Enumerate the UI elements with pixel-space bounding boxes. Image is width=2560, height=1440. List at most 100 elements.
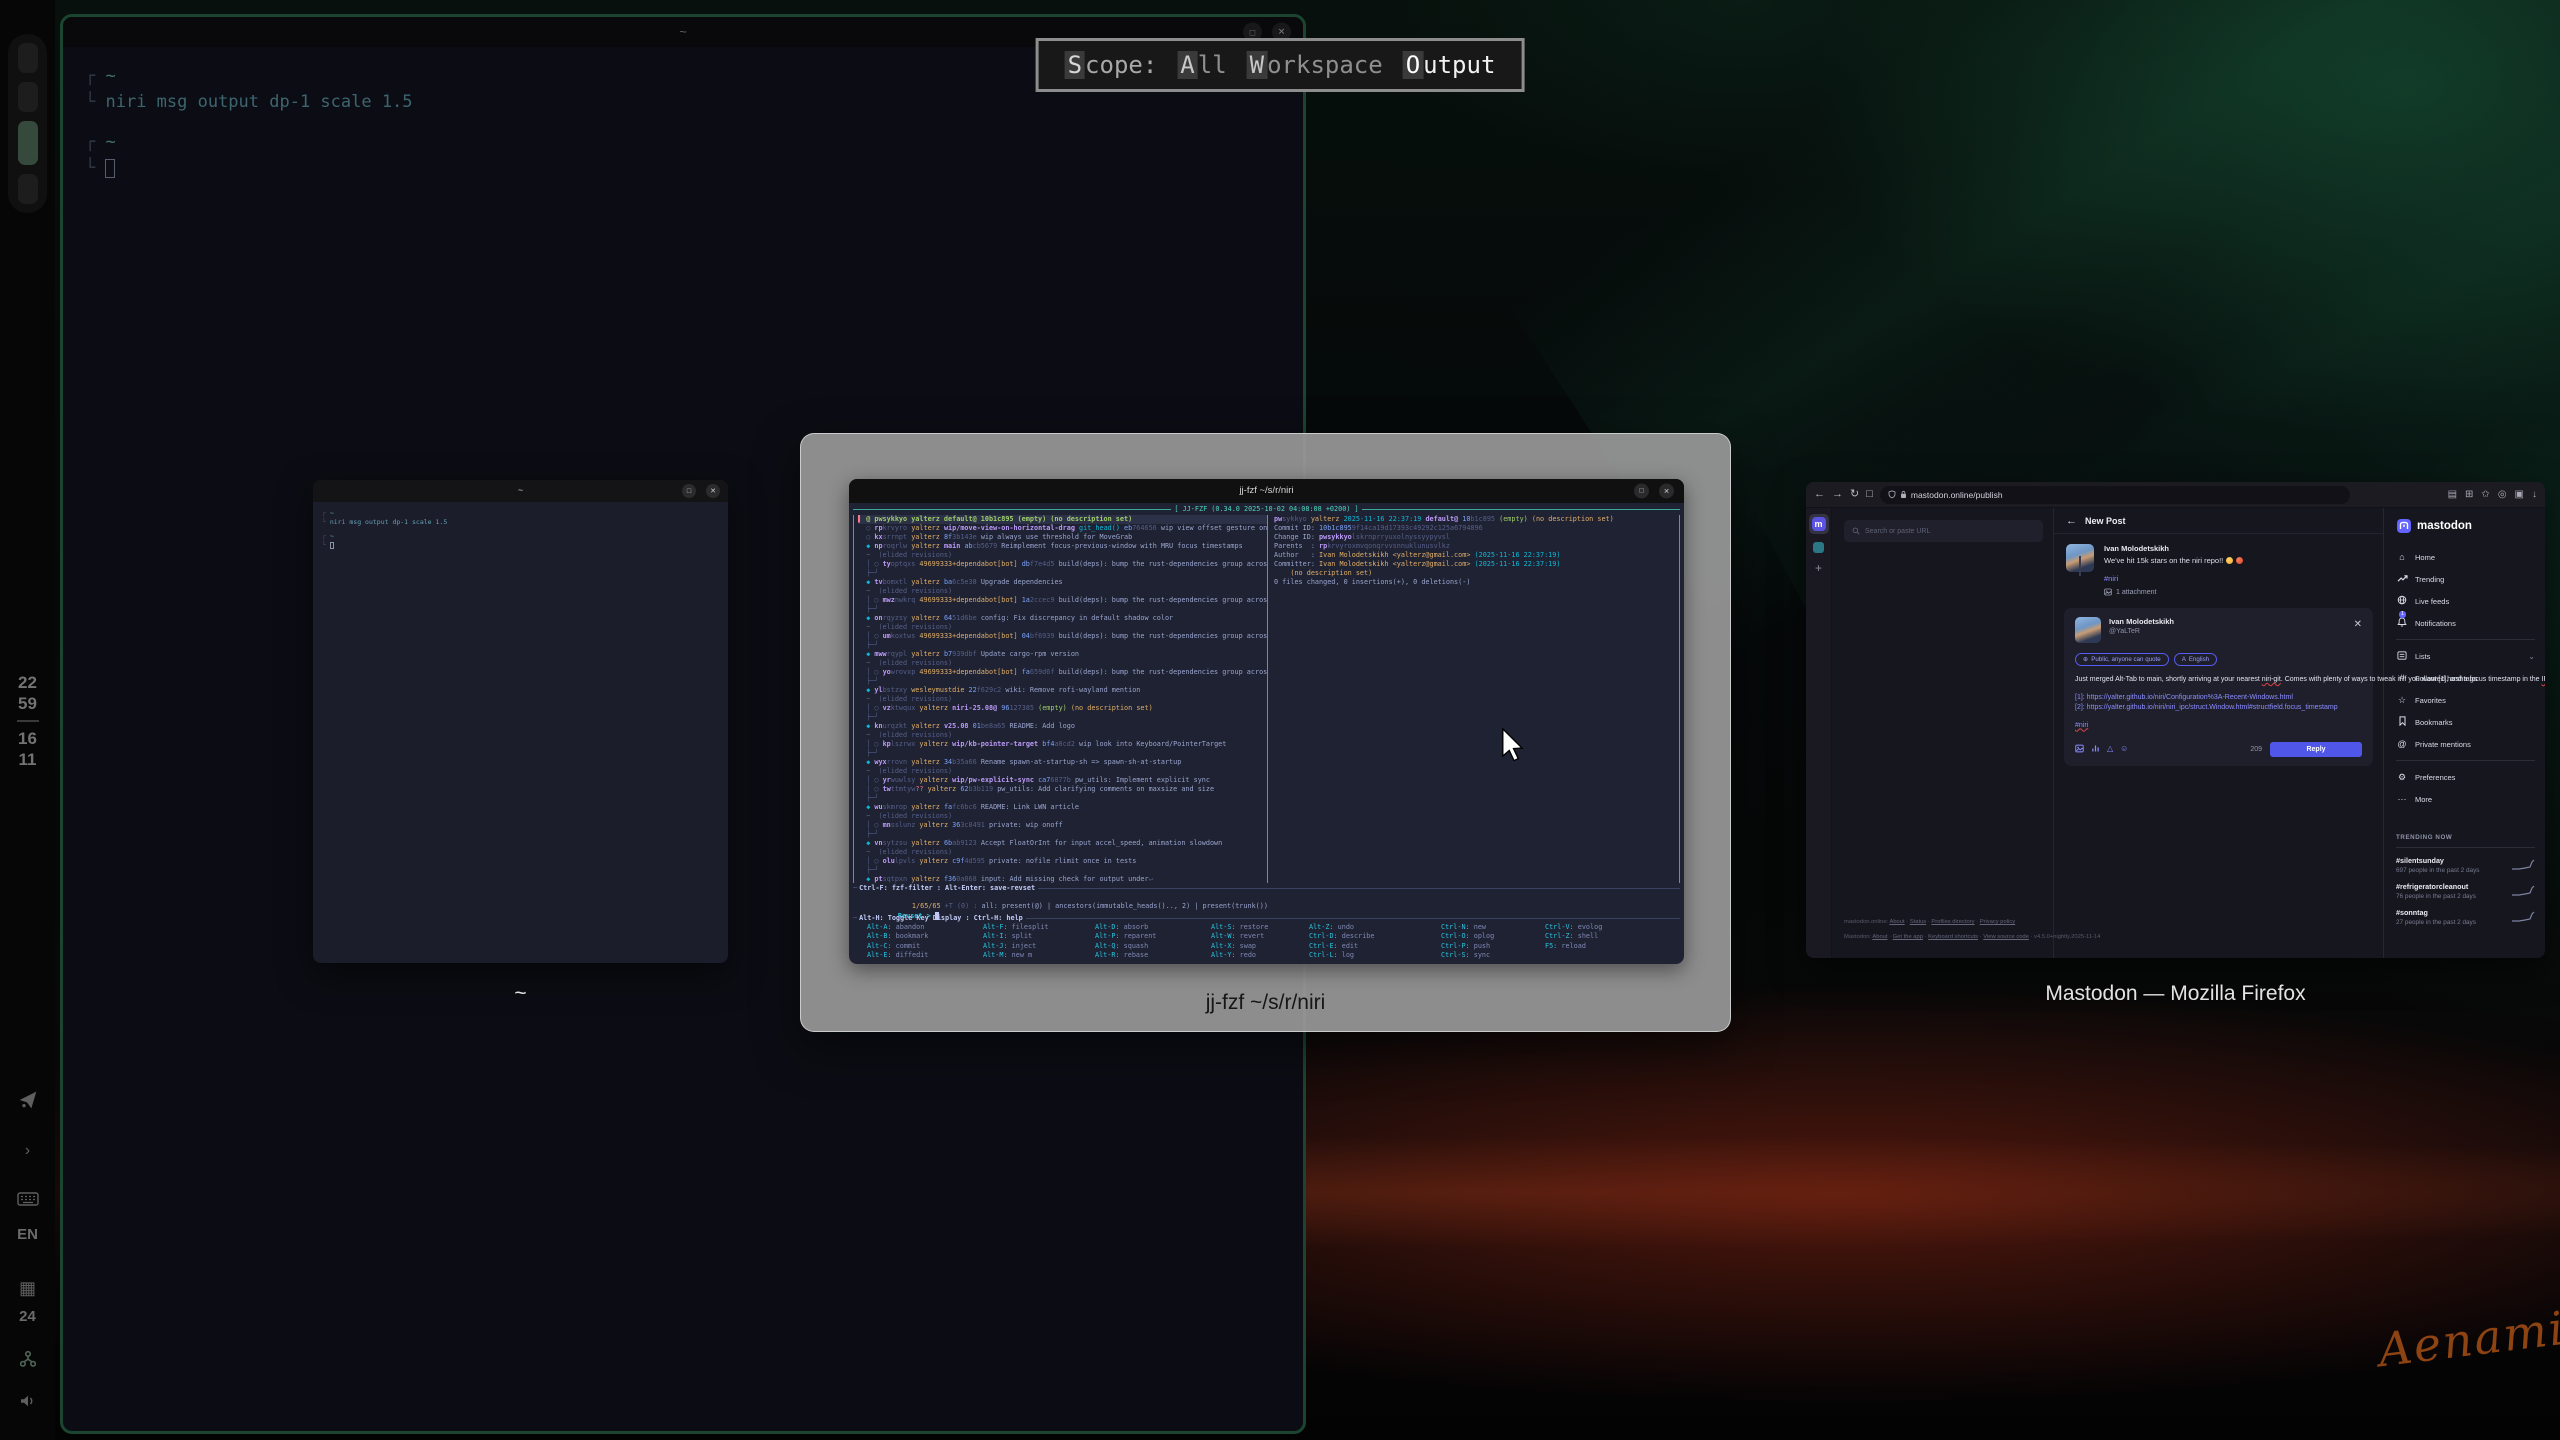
nav-item-preferences[interactable]: ⚙Preferences	[2396, 766, 2535, 788]
back-icon[interactable]: ←	[1814, 489, 1825, 500]
close-button[interactable]: ✕	[1659, 484, 1674, 499]
emoji-icon[interactable]: ☺	[2120, 745, 2128, 753]
telegram-icon[interactable]	[0, 1090, 55, 1115]
nav-item-lists[interactable]: Lists⌄	[2396, 645, 2535, 667]
jj-log-line[interactable]: ├─╯	[858, 641, 1267, 650]
switcher-selected-frame[interactable]: jj-fzf ~/s/r/niri □ ✕ [ JJ-FZF (0.34.0 2…	[800, 433, 1731, 1032]
switcher-window-firefox[interactable]: ← → ↻ □ mastodon.online/publish ▤ ⊞ ✩ ◎ …	[1806, 482, 2545, 958]
downloads-icon[interactable]: ↓	[2532, 490, 2537, 500]
jj-log-line[interactable]: │ ○ kplszrwx yalterz wip/kb-pointer-targ…	[858, 740, 1267, 749]
nav-item-trending[interactable]: Trending	[2396, 568, 2535, 590]
scope-option-w[interactable]: Workspace	[1247, 51, 1383, 79]
extensions-icon[interactable]: ⊞	[2465, 490, 2473, 500]
content-warning-icon[interactable]: △	[2107, 745, 2113, 753]
new-tab-button[interactable]: +	[1815, 561, 1822, 575]
tab-other[interactable]	[1813, 542, 1824, 553]
mastodon-logo-icon[interactable]	[2396, 518, 2412, 534]
back-arrow-icon[interactable]: ←	[2066, 515, 2077, 527]
maximize-button[interactable]: □	[1634, 484, 1649, 499]
nav-item-live-feeds[interactable]: Live feeds	[2396, 590, 2535, 612]
jj-log-list[interactable]: ▌ @ pwsykkyo yalterz default@ 10b1c895 (…	[853, 515, 1267, 883]
reload-icon[interactable]: ↻	[1850, 489, 1859, 500]
jj-log-line[interactable]: ◆ knurqzkt yalterz v25.08 01be8a65 READM…	[858, 722, 1267, 731]
jj-log-line[interactable]: │ ○ twttmtyw?? yalterz 62b3b119 pw_utils…	[858, 785, 1267, 794]
jj-log-line[interactable]: ├─╯	[858, 713, 1267, 722]
nav-item-bookmarks[interactable]: Bookmarks	[2396, 711, 2535, 733]
jj-log-line[interactable]: ○ kxsrrnpt yalterz 8f3b143e wip always u…	[858, 533, 1267, 542]
jj-log-line[interactable]: ◆ ylbstzxy wesleymustdie 22f629c2 wiki: …	[858, 686, 1267, 695]
jj-log-line[interactable]: ├─╯	[858, 749, 1267, 758]
jj-log-line[interactable]: │ ○ yowrovxp 49699333+dependabot[bot] fa…	[858, 668, 1267, 677]
jj-log-line[interactable]: ◆ ptsqtpxn yalterz f360a868 input: Add m…	[858, 875, 1267, 883]
jj-log-line[interactable]: ~ (elided revisions)	[858, 731, 1267, 740]
poll-icon[interactable]	[2091, 744, 2100, 755]
jj-log-line[interactable]: ◆ vnsytzsu yalterz 6bab9123 Accept Float…	[858, 839, 1267, 848]
jj-log-line[interactable]: ~ (elided revisions)	[858, 812, 1267, 821]
close-button[interactable]: ✕	[706, 484, 720, 498]
workspace-pill-1[interactable]	[18, 43, 38, 73]
search-input[interactable]: Search or paste URL	[1844, 520, 2043, 542]
trending-tag[interactable]: #silentsunday	[2396, 856, 2505, 865]
jj-log-line[interactable]: ├─╯	[858, 830, 1267, 839]
brand-wordmark[interactable]: mastodon	[2417, 520, 2472, 532]
nav-item-private-mentions[interactable]: @Private mentions	[2396, 733, 2535, 755]
tab-mastodon[interactable]: m	[1809, 514, 1829, 534]
volume-icon[interactable]	[0, 1394, 55, 1413]
trending-tag[interactable]: #refrigeratorcleanout	[2396, 882, 2505, 891]
nav-item-notifications[interactable]: 1Notifications	[2396, 612, 2535, 634]
jj-log-line[interactable]: │ ○ yrwuwlsy yalterz wip/pw-explicit-syn…	[858, 776, 1267, 785]
keyboard-icon[interactable]	[0, 1192, 55, 1211]
expand-chevron-icon[interactable]: ›	[0, 1142, 55, 1160]
jj-log-line[interactable]: ~ (elided revisions)	[858, 551, 1267, 560]
account-icon[interactable]: ◎	[2498, 490, 2507, 500]
mastodon-links[interactable]: Mastodon: About · Get the app · Keyboard…	[1844, 933, 2045, 942]
compose-textarea[interactable]: Just merged Alt-Tab to main, shortly arr…	[2075, 675, 2362, 686]
switcher-window-terminal[interactable]: ~ □ ✕ ┌ ~└ niri msg output dp-1 scale 1.…	[313, 480, 728, 963]
nav-item-followed-hashtags[interactable]: #Followed hashtags⌄	[2396, 667, 2535, 689]
jj-log-line[interactable]: ▌ @ pwsykkyo yalterz default@ 10b1c895 (…	[858, 515, 1267, 524]
sidebar-toggle-icon[interactable]: ▤	[2448, 490, 2457, 500]
bookmark-star-icon[interactable]: ✩	[2481, 490, 2489, 500]
trending-item[interactable]: #refrigeratorcleanout76 people in the pa…	[2396, 882, 2535, 900]
thread-post[interactable]: Ivan Molodetskikh We've hit 15k stars on…	[2054, 534, 2383, 602]
jj-log-line[interactable]: ~ (elided revisions)	[858, 623, 1267, 632]
reply-button[interactable]: Reply	[2270, 742, 2362, 757]
jj-log-line[interactable]: ◆ onrqyzsy yalterz 6451d6be config: Fix …	[858, 614, 1267, 623]
url-bar[interactable]: mastodon.online/publish	[1880, 486, 2350, 504]
jj-log-line[interactable]: │ ○ olulpvls yalterz c9f4d595 private: n…	[858, 857, 1267, 866]
attachment-label[interactable]: 1 attachment	[2116, 589, 2156, 596]
jj-log-line[interactable]: ├─╯	[858, 677, 1267, 686]
jj-log-line[interactable]: ~ (elided revisions)	[858, 767, 1267, 776]
post-author[interactable]: Ivan Molodetskikh	[2104, 544, 2371, 553]
language-pill[interactable]: AEnglish	[2174, 653, 2217, 666]
footer-line[interactable]: Mastodon: About · Get the app · Keyboard…	[1844, 933, 2045, 942]
workspace-pill-3[interactable]	[18, 121, 38, 165]
footer-line[interactable]: mastodon.online: About · Status · Profil…	[1844, 918, 2045, 927]
shield-icon[interactable]	[1888, 490, 1896, 499]
post-hashtag[interactable]: #niri	[2104, 574, 2371, 583]
compose-card[interactable]: Ivan Molodetskikh @YaLTeR ✕ ⊕Public, any…	[2064, 608, 2373, 766]
nav-item-home[interactable]: ⌂Home	[2396, 546, 2535, 568]
nav-item-favorites[interactable]: ☆Favorites	[2396, 689, 2535, 711]
jj-log-line[interactable]: ◆ mwwrqypl yalterz b7939dbf Update cargo…	[858, 650, 1267, 659]
chevron-down-icon[interactable]: ⌄	[2528, 652, 2535, 661]
network-icon[interactable]	[0, 1350, 55, 1373]
instance-links[interactable]: mastodon.online: About · Status · Profil…	[1844, 918, 2045, 927]
jj-log-line[interactable]: ~ (elided revisions)	[858, 659, 1267, 668]
library-icon[interactable]: □	[1866, 489, 1873, 500]
jj-log-line[interactable]: ├─╯	[858, 866, 1267, 875]
scope-option-o[interactable]: Output	[1403, 51, 1496, 79]
workspace-pill-2[interactable]	[18, 82, 38, 112]
jj-log-line[interactable]: ~ (elided revisions)	[858, 587, 1267, 596]
scope-option-a[interactable]: All	[1177, 51, 1226, 79]
forward-icon[interactable]: →	[1832, 489, 1843, 500]
screenshot-icon[interactable]: ▣	[2515, 490, 2524, 500]
close-icon[interactable]: ✕	[2354, 619, 2362, 630]
jj-log-line[interactable]: │ ○ vzktwqux yalterz niri-25.08@ 9612738…	[858, 704, 1267, 713]
jj-log-line[interactable]: ◆ nproqrlw yalterz main abcb5679 Reimple…	[858, 542, 1267, 551]
maximize-button[interactable]: □	[682, 484, 696, 498]
lock-icon[interactable]	[1900, 490, 1907, 499]
add-image-icon[interactable]	[2075, 744, 2084, 755]
privacy-pill[interactable]: ⊕Public, anyone can quote	[2075, 653, 2169, 666]
jj-log-line[interactable]: │ ○ mnsslunz yalterz 363c8491 private: w…	[858, 821, 1267, 830]
